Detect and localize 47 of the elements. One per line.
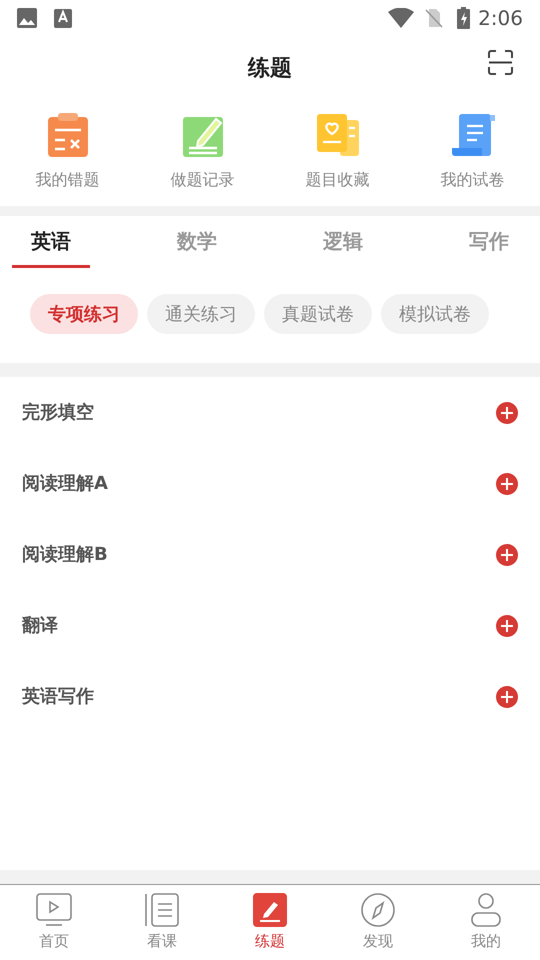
shortcut-label[interactable]: 我的错题 (36, 168, 100, 192)
practice-type-chip[interactable]: 真题试卷 (264, 294, 372, 334)
video-screen-icon (36, 892, 72, 928)
nav-tab[interactable]: 首页 (0, 885, 108, 960)
document-icon (144, 892, 180, 928)
plus-icon[interactable] (496, 402, 518, 424)
shortcut-label[interactable]: 做题记录 (170, 168, 234, 192)
nav-tab[interactable]: 我的 (432, 885, 540, 960)
topic-label: 完形填空 (22, 401, 94, 425)
heart-document-icon (314, 112, 360, 158)
plus-icon[interactable] (496, 686, 518, 708)
scan-icon[interactable] (488, 50, 513, 75)
topic-row[interactable]: 完形填空 (0, 377, 540, 448)
topic-label: 阅读理解A (22, 472, 108, 496)
plus-icon[interactable] (496, 614, 518, 636)
subject-tab[interactable]: 写作 (450, 216, 528, 268)
practice-type-chip[interactable]: 模拟试卷 (381, 294, 489, 334)
nav-tab[interactable]: 看课 (108, 885, 216, 960)
subject-tab[interactable]: 逻辑 (304, 216, 382, 268)
topic-row[interactable]: 英语写作 (0, 661, 540, 732)
plus-icon[interactable] (496, 544, 518, 566)
pencil-icon (252, 892, 288, 928)
shortcut-label[interactable]: 题目收藏 (306, 168, 370, 192)
font-icon (54, 8, 72, 28)
subject-tab[interactable]: 数学 (158, 216, 236, 268)
topic-row[interactable]: 阅读理解B (0, 519, 540, 590)
subject-tab[interactable]: 英语 (12, 216, 90, 268)
compass-icon (360, 892, 396, 928)
topic-row[interactable]: 翻译 (0, 590, 540, 661)
person-icon (468, 892, 504, 928)
scroll-icon (450, 112, 496, 158)
shortcut-label[interactable]: 我的试卷 (440, 168, 504, 192)
nav-tab[interactable]: 练题 (216, 885, 324, 960)
practice-type-chip[interactable]: 专项练习 (30, 294, 138, 334)
page-title: 练题 (248, 54, 292, 82)
topic-label: 阅读理解B (22, 543, 108, 567)
topic-label: 英语写作 (22, 685, 94, 709)
clock: 2:06 (478, 5, 523, 32)
no-sim-icon (424, 8, 444, 28)
topic-row[interactable]: 阅读理解A (0, 448, 540, 519)
wifi-icon (388, 8, 414, 28)
image-icon (17, 8, 37, 28)
practice-type-chip[interactable]: 通关练习 (147, 294, 255, 334)
nav-tab[interactable]: 发现 (324, 885, 432, 960)
battery-charging-icon (457, 7, 470, 29)
topic-label: 翻译 (22, 614, 58, 638)
plus-icon[interactable] (496, 472, 518, 494)
